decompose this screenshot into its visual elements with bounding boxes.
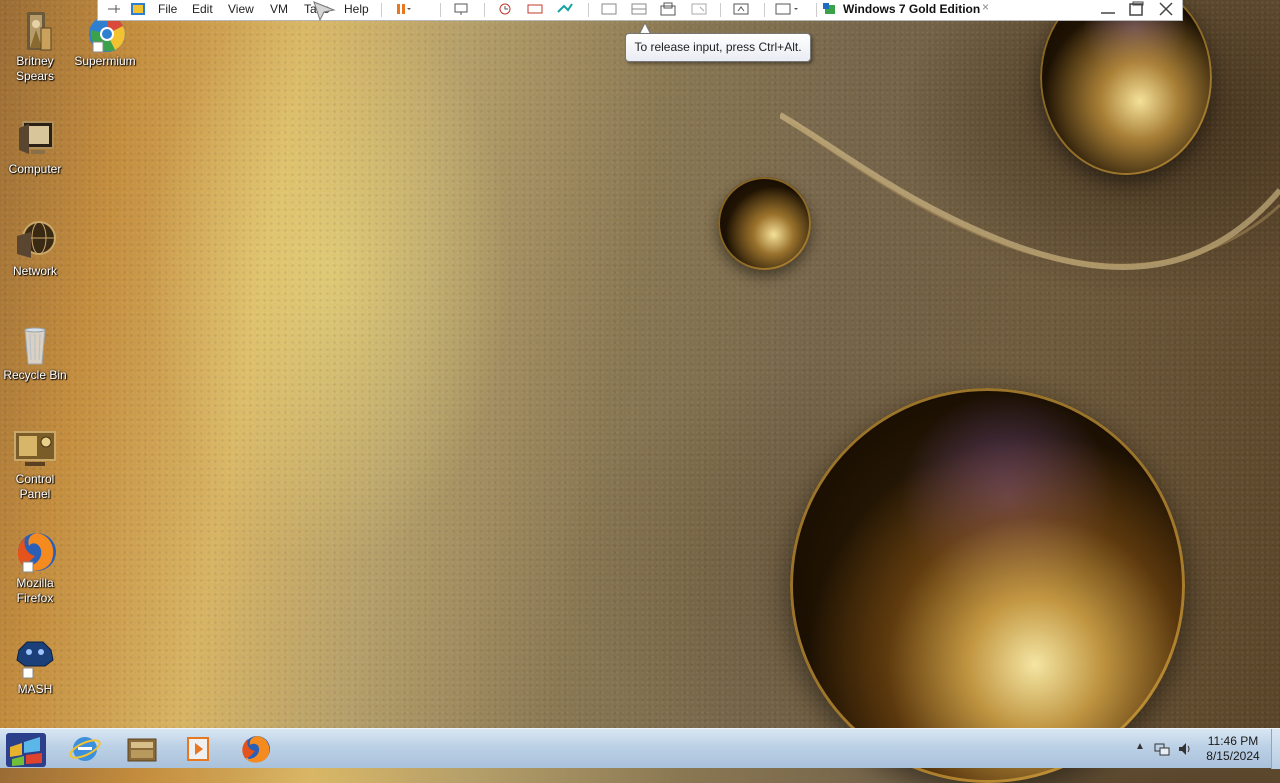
toolbar-separator [484,3,485,17]
desktop-icon-label: MASH [17,682,53,696]
recycle-bin-icon [13,322,57,366]
stretch-guest-icon[interactable] [774,2,798,16]
desktop-icon-firefox[interactable]: Mozilla Firefox [0,530,70,606]
menu-edit[interactable]: Edit [192,2,213,18]
taskbar-media-player[interactable] [171,731,225,767]
desktop-icon-label: Network [12,264,57,278]
desktop-icon-recycle-bin[interactable]: Recycle Bin [0,322,70,383]
clock-time: 11:46 PM [1207,734,1259,748]
desktop-icon-network[interactable]: Network [0,218,70,279]
desktop-icon-computer[interactable]: Computer [0,116,70,177]
desktop-icon-label: Recycle Bin [3,368,67,382]
mash-icon [13,636,57,680]
wallpaper-swirl [780,112,1280,271]
unity-icon[interactable] [690,2,708,16]
clock[interactable]: 11:46 PM 8/15/2024 [1198,734,1268,764]
clock-date: 8/15/2024 [1206,749,1260,763]
pin-icon[interactable] [106,2,124,16]
taskbar: ▲ 11:46 PM 8/15/2024 [0,728,1280,769]
close-icon[interactable] [1156,1,1176,17]
taskbar-windows-explorer[interactable] [115,731,169,767]
wallpaper-sphere-large [790,388,1185,783]
taskbar-firefox[interactable] [230,731,284,767]
show-hidden-icons-button[interactable]: ▲ [1135,741,1145,752]
console-view-icon[interactable] [732,2,750,16]
vm-tab-title[interactable]: Windows 7 Gold Edition [843,2,980,16]
toolbar-separator [588,3,589,17]
menu-vm[interactable]: VM [270,2,288,18]
network-tray-icon[interactable] [1154,741,1170,757]
start-button[interactable] [0,729,52,769]
desktop-icon-control-panel[interactable]: Control Panel [0,426,70,502]
show-desktop-button[interactable] [1271,729,1280,769]
revert-snapshot-icon[interactable] [526,2,544,16]
toolbar-separator [720,3,721,17]
desktop-icon-label: Mozilla Firefox [16,576,54,605]
toolbar-separator [381,3,382,17]
pause-icon[interactable] [394,2,412,16]
taskbar-internet-explorer[interactable] [58,731,112,767]
send-keys-icon[interactable] [453,2,471,16]
vm-tab-icon [822,2,840,16]
snapshot-manager-icon[interactable] [556,2,574,16]
control-panel-icon [13,426,57,470]
desktop-icon-label: Britney Spears [15,54,55,83]
full-screen-icon[interactable] [659,2,677,16]
mouse-cursor-icon [313,1,336,22]
wallpaper-sphere-small [718,177,811,270]
toolbar-separator [764,3,765,17]
minimize-icon[interactable] [1098,1,1118,17]
folder-person-icon [13,8,57,52]
wallpaper-sphere-top [1040,0,1212,175]
sidebar-view-icon[interactable] [600,2,618,16]
release-input-tooltip: To release input, press Ctrl+Alt. [625,33,811,62]
desktop-icon-label: Computer [8,162,62,176]
firefox-icon [13,530,57,574]
network-icon [13,218,57,262]
menu-file[interactable]: File [158,2,177,18]
restore-icon[interactable] [1126,1,1146,17]
internet-explorer-icon [69,737,101,761]
volume-icon[interactable] [1177,741,1193,757]
vm-app-icon[interactable] [130,2,148,16]
toolbar-separator [440,3,441,17]
thumbnail-view-icon[interactable] [630,2,648,16]
vm-toolbar: File Edit View VM Tabs Help Windows [97,0,1183,21]
desktop-icon-label: Supermium [74,54,136,68]
desktop-icon-britney-spears[interactable]: Britney Spears [0,8,70,84]
snapshot-icon[interactable] [496,2,514,16]
menu-view[interactable]: View [228,2,254,18]
toolbar-separator [816,3,817,17]
computer-icon [13,116,57,160]
desktop-icon-label: Control Panel [15,472,55,501]
firefox-icon [242,736,270,763]
menu-help[interactable]: Help [344,2,369,18]
media-player-icon [187,737,209,761]
windows-explorer-icon [127,738,157,762]
close-tab-icon[interactable]: × [982,0,989,14]
desktop-icon-mash[interactable]: MASH [0,636,70,697]
